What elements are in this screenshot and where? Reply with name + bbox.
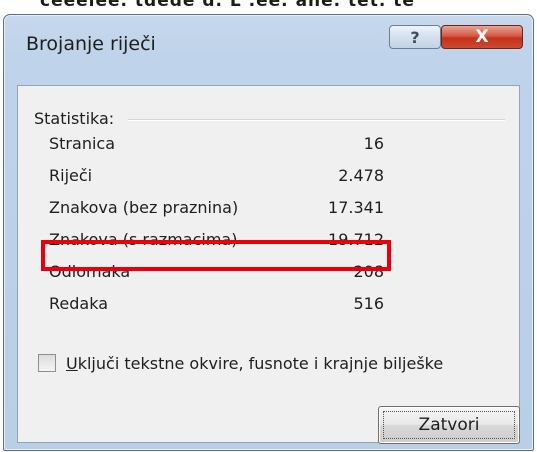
stat-value: 2.478 bbox=[338, 166, 384, 185]
help-button[interactable]: ? bbox=[389, 25, 441, 49]
dialog-title: Brojanje riječi bbox=[26, 33, 156, 55]
close-icon: X bbox=[475, 27, 489, 47]
stat-row-pages: Stranica 16 bbox=[49, 130, 384, 158]
highlight-box bbox=[41, 240, 391, 271]
dialog-content: Statistika: Stranica 16 Riječi 2.478 Zna… bbox=[17, 85, 520, 444]
statistics-group-label: Statistika: bbox=[34, 109, 115, 128]
help-icon: ? bbox=[410, 27, 420, 47]
stat-value: 516 bbox=[353, 294, 384, 313]
include-textboxes-label[interactable]: Uključi tekstne okvire, fusnote i krajnj… bbox=[66, 354, 443, 373]
stat-row-chars-no-spaces: Znakova (bez praznina) 17.341 bbox=[49, 194, 384, 222]
stat-row-lines: Redaka 516 bbox=[49, 290, 384, 318]
close-window-button[interactable]: X bbox=[441, 25, 523, 49]
checkbox-text: ključi tekstne okvire, fusnote i krajnje… bbox=[77, 354, 444, 373]
stat-row-words: Riječi 2.478 bbox=[49, 162, 384, 190]
close-button[interactable]: Zatvori bbox=[378, 406, 520, 444]
include-textboxes-checkbox[interactable] bbox=[38, 354, 56, 372]
stat-label: Riječi bbox=[49, 166, 93, 185]
stat-label: Stranica bbox=[49, 134, 115, 153]
stat-value: 16 bbox=[363, 134, 384, 153]
word-count-dialog: Brojanje riječi ? X Statistika: Stranica… bbox=[3, 14, 534, 451]
stat-label: Redaka bbox=[49, 294, 108, 313]
mnemonic-letter: U bbox=[66, 354, 78, 373]
group-divider bbox=[128, 119, 505, 121]
close-button-label: Zatvori bbox=[418, 415, 480, 435]
background-text: ceeelee. tdede d. L .ee. ane. tet. te bbox=[40, 0, 415, 11]
stat-value: 17.341 bbox=[328, 198, 384, 217]
stat-label: Znakova (bez praznina) bbox=[49, 198, 239, 217]
